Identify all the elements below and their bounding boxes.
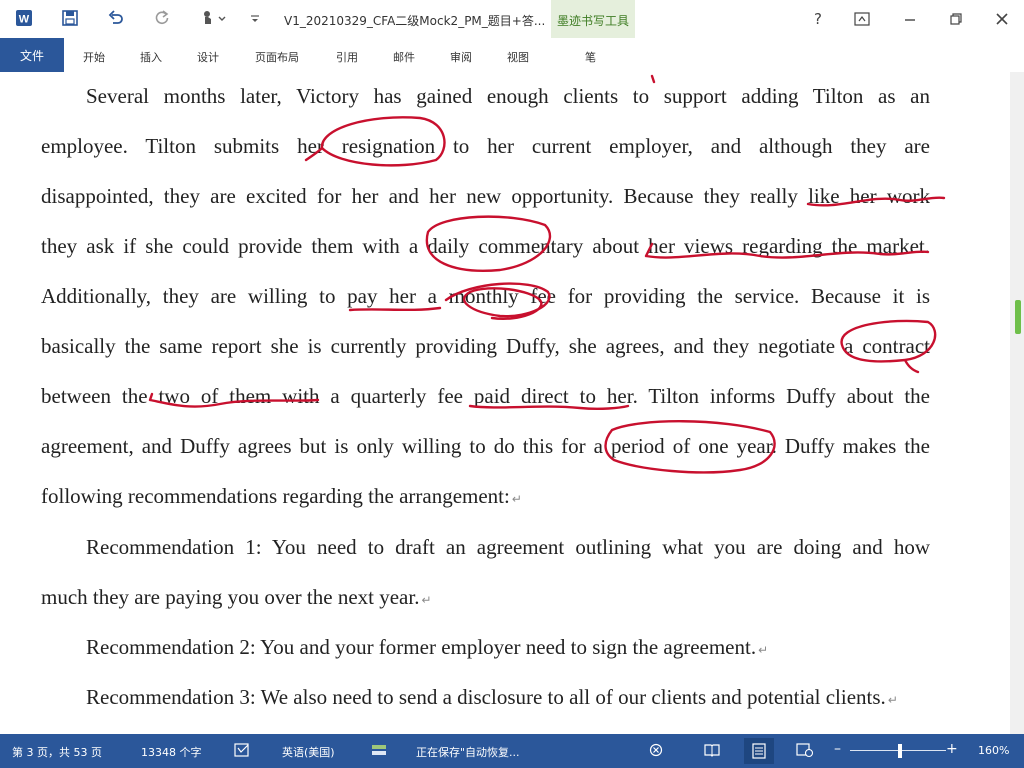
paragraph-mark: ↵	[758, 643, 769, 657]
text-line-last: much they are paying you over the next y…	[41, 585, 930, 612]
document-page[interactable]: Several months later, Victory has gained…	[0, 72, 1010, 734]
paragraph-mark: ↵	[421, 593, 432, 607]
help-button[interactable]: ?	[806, 8, 830, 30]
text-line: Additionally, they are willing to pay he…	[41, 284, 930, 308]
tab-home[interactable]: 开始	[83, 49, 105, 65]
word-app-icon[interactable]: W	[12, 6, 36, 30]
tab-pen[interactable]: 笔	[585, 49, 596, 65]
close-button[interactable]	[990, 8, 1014, 30]
redo-icon[interactable]	[150, 6, 174, 30]
zoom-level[interactable]: 160%	[978, 744, 1009, 757]
text-line: employee. Tilton submits her resignation…	[41, 134, 930, 158]
undo-icon[interactable]	[104, 6, 128, 30]
zoom-slider-thumb[interactable]	[898, 744, 902, 758]
macro-record-icon[interactable]	[371, 743, 387, 760]
tab-design[interactable]: 设计	[197, 49, 219, 65]
page-count[interactable]: 第 3 页，共 53 页	[12, 744, 102, 760]
text-line-content: much they are paying you over the next y…	[41, 585, 420, 609]
text-line-content: Recommendation 3: We also need to send a…	[86, 685, 886, 709]
word-count[interactable]: 13348 个字	[141, 744, 202, 760]
cancel-save-icon[interactable]	[649, 743, 663, 760]
text-line-content: Recommendation 2: You and your former em…	[86, 635, 757, 659]
text-line: Recommendation 1: You need to draft an a…	[86, 535, 930, 559]
svg-text:W: W	[19, 14, 30, 26]
touch-mode-icon[interactable]	[196, 6, 230, 30]
tab-mailings[interactable]: 邮件	[393, 49, 415, 65]
ribbon-tabs: 开始 插入 设计 页面布局 引用 邮件 审阅 视图 笔 登录	[0, 38, 1024, 98]
text-line-last: Recommendation 2: You and your former em…	[86, 635, 930, 662]
autosave-status: 正在保存"自动恢复...	[416, 746, 520, 759]
help-label: ?	[814, 10, 822, 28]
customize-quick-access-icon[interactable]	[246, 6, 264, 30]
status-bar: 第 3 页，共 53 页 13348 个字 英语(美国) 正在保存"自动恢复..…	[0, 734, 1024, 768]
text-line: disappointed, they are excited for her a…	[41, 184, 930, 208]
language-indicator[interactable]: 英语(美国)	[282, 744, 335, 760]
ink-tools-label: 墨迹书写工具	[556, 14, 629, 28]
text-line-last: following recommendations regarding the …	[41, 484, 930, 511]
scrollbar-thumb[interactable]	[1015, 300, 1021, 334]
web-layout-icon[interactable]	[796, 742, 814, 761]
document-title: V1_20210329_CFA二级Mock2_PM_题目+答...	[284, 14, 546, 28]
paragraph-mark: ↵	[887, 693, 898, 707]
save-icon[interactable]	[58, 6, 82, 30]
text-line: basically the same report she is current…	[41, 334, 930, 358]
paragraph-mark: ↵	[511, 492, 522, 506]
title-bar: W V1_20210329_CFA二级Mock2_PM_题目+答... 墨迹书写…	[0, 0, 1024, 72]
restore-button[interactable]	[944, 8, 968, 30]
text-line: agreement, and Duffy agrees but is only …	[41, 434, 930, 458]
ribbon-display-options-button[interactable]	[850, 8, 874, 30]
minimize-button[interactable]	[898, 8, 922, 30]
text-line: they ask if she could provide them with …	[41, 234, 930, 258]
print-layout-icon[interactable]	[744, 738, 774, 764]
text-line-last: Recommendation 3: We also need to send a…	[86, 685, 946, 712]
tab-page-layout[interactable]: 页面布局	[255, 49, 299, 65]
text-line-content: following recommendations regarding the …	[41, 484, 510, 508]
read-mode-icon[interactable]	[703, 742, 721, 761]
tab-insert[interactable]: 插入	[140, 49, 162, 65]
proofing-icon[interactable]	[234, 743, 252, 760]
tab-review[interactable]: 审阅	[450, 49, 472, 65]
tab-file[interactable]: 文件	[0, 38, 64, 72]
text-line: between the two of them with a quarterly…	[41, 384, 930, 408]
tab-view[interactable]: 视图	[507, 49, 529, 65]
zoom-out-button[interactable]: –	[834, 741, 841, 757]
zoom-in-button[interactable]: +	[946, 741, 958, 757]
text-line: Several months later, Victory has gained…	[86, 84, 930, 108]
vertical-scrollbar[interactable]	[1010, 72, 1024, 734]
tab-references[interactable]: 引用	[336, 49, 358, 65]
